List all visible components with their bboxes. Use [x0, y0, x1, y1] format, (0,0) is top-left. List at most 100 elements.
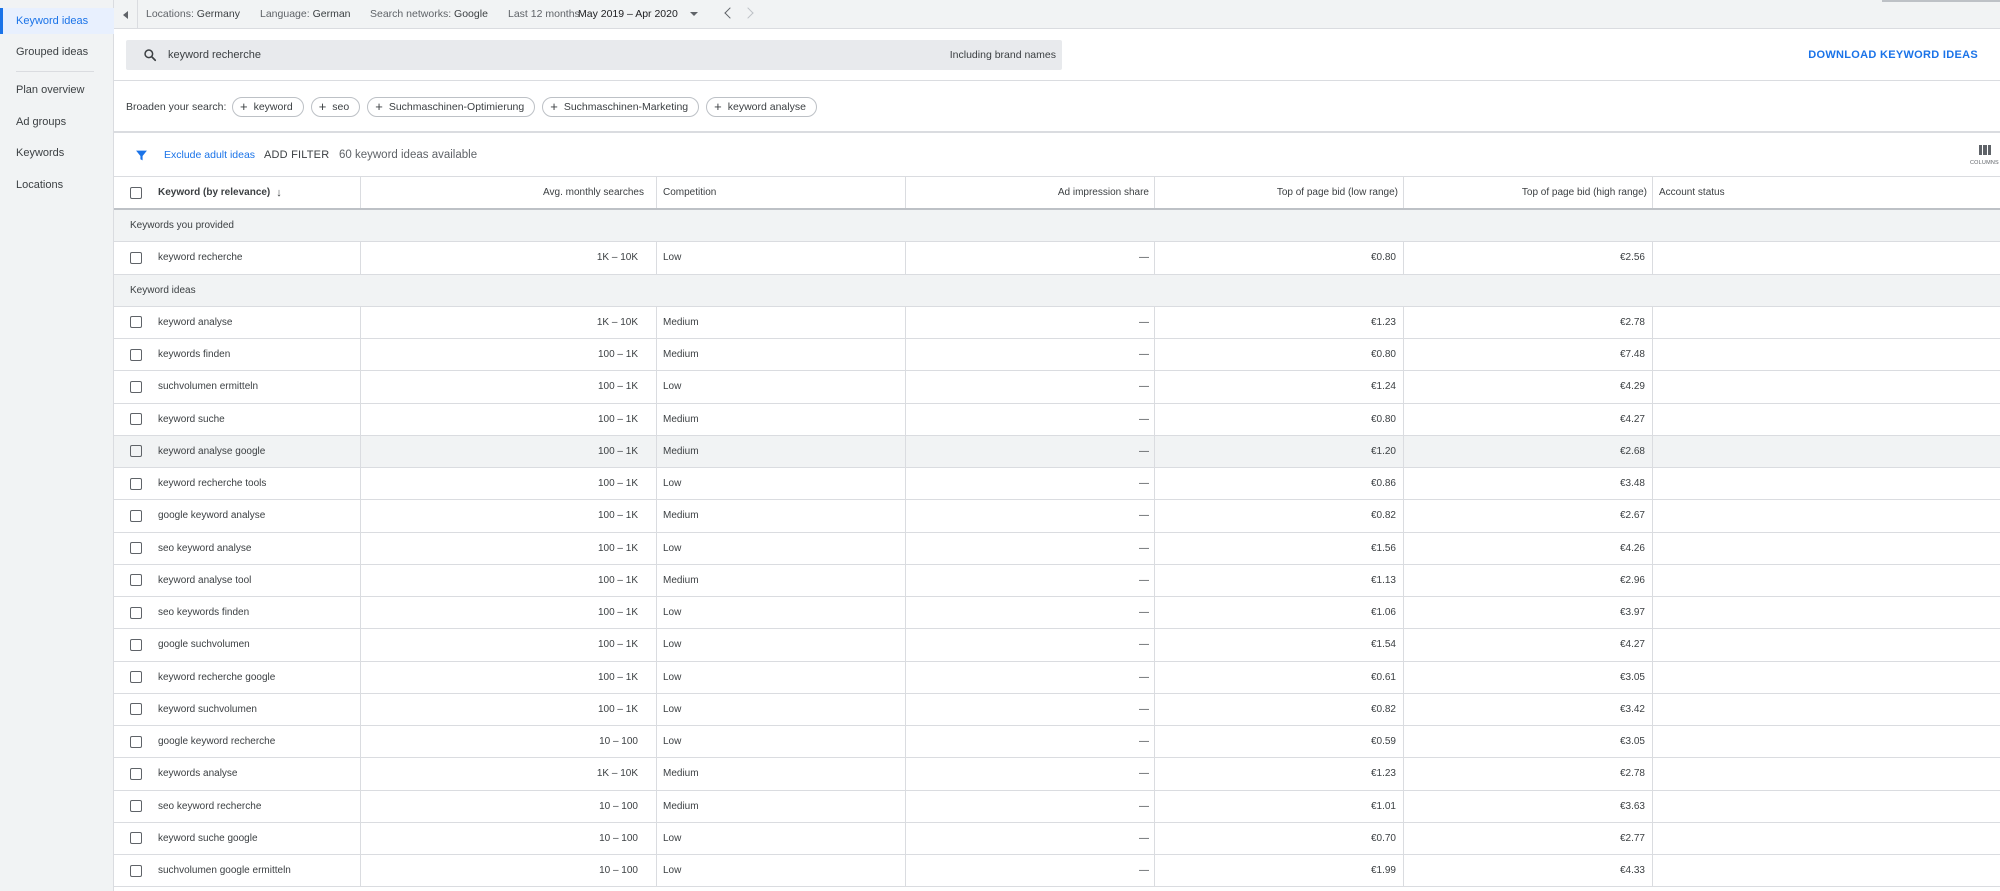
- sidebar-item-ad-groups[interactable]: Ad groups: [0, 109, 114, 135]
- locations-setting[interactable]: Locations: Germany: [146, 0, 240, 29]
- table-row[interactable]: google keyword recherche 10 – 100 Low — €0.5…: [114, 726, 2000, 759]
- bid-low-cell: €1.56: [1370, 542, 1396, 554]
- broaden-chip[interactable]: + keyword analyse: [706, 97, 817, 117]
- table-row[interactable]: keyword recherche tools 100 – 1K Low — €0.86…: [114, 468, 2000, 501]
- row-checkbox[interactable]: [130, 380, 142, 393]
- sort-descending-icon: ↓: [276, 186, 282, 199]
- table-row[interactable]: seo keywords finden 100 – 1K Low — €1.06 €3.9…: [114, 597, 2000, 630]
- add-filter-button[interactable]: ADD FILTER: [264, 133, 329, 177]
- row-checkbox[interactable]: [130, 348, 142, 361]
- row-checkbox[interactable]: [130, 316, 142, 329]
- impression-share-cell: —: [1139, 832, 1149, 844]
- column-header-ad-impression-share[interactable]: Ad impression share: [905, 177, 1155, 208]
- filter-icon[interactable]: [135, 149, 148, 162]
- date-range-select[interactable]: May 2019 – Apr 2020: [578, 5, 704, 23]
- next-period-icon[interactable]: [742, 7, 754, 19]
- table-row[interactable]: keyword recherche google 100 – 1K Low — €0.6…: [114, 661, 2000, 694]
- sidebar-item-grouped-ideas[interactable]: Grouped ideas: [0, 39, 114, 65]
- search-input[interactable]: keyword recherche: [168, 40, 261, 70]
- keyword-cell: keyword analyse tool: [158, 574, 252, 586]
- broaden-chip[interactable]: + keyword: [232, 97, 304, 117]
- columns-icon: [1979, 145, 1991, 155]
- sidebar-item-keyword-ideas[interactable]: Keyword ideas: [0, 8, 114, 34]
- competition-cell: Medium: [663, 349, 699, 361]
- table-row[interactable]: keyword suche google 10 – 100 Low — €0.70 €2.…: [114, 822, 2000, 855]
- row-checkbox[interactable]: [130, 574, 142, 587]
- row-checkbox[interactable]: [130, 864, 142, 877]
- column-header-avg-monthly-searches[interactable]: Avg. monthly searches: [360, 177, 650, 208]
- bid-low-cell: €0.61: [1370, 671, 1396, 683]
- avg-searches-cell: 100 – 1K: [597, 413, 638, 425]
- row-checkbox[interactable]: [130, 703, 142, 716]
- table-row[interactable]: keyword recherche 1K – 10K Low — €0.80 €2.56: [114, 242, 2000, 275]
- row-checkbox[interactable]: [130, 638, 142, 651]
- row-checkbox[interactable]: [130, 800, 142, 813]
- row-checkbox[interactable]: [130, 509, 142, 522]
- competition-cell: Medium: [663, 445, 699, 457]
- row-checkbox[interactable]: [130, 735, 142, 748]
- group-row-ideas: Keyword ideas: [114, 274, 2000, 307]
- avg-searches-cell: 10 – 100: [599, 800, 638, 812]
- sidebar-item-keywords[interactable]: Keywords: [0, 140, 114, 166]
- keyword-search-box[interactable]: keyword recherche Including brand names: [126, 40, 1062, 70]
- row-checkbox[interactable]: [130, 445, 142, 458]
- avg-searches-cell: 1K – 10K: [596, 252, 638, 264]
- search-networks-setting[interactable]: Search networks: Google: [370, 0, 488, 29]
- table-row[interactable]: keyword analyse 1K – 10K Medium — €1.23 €2.78: [114, 306, 2000, 339]
- bid-low-cell: €0.86: [1370, 478, 1396, 490]
- sidebar-item-locations[interactable]: Locations: [0, 172, 114, 198]
- avg-searches-cell: 100 – 1K: [597, 703, 638, 715]
- bid-high-cell: €3.63: [1619, 800, 1645, 812]
- download-keyword-ideas-button[interactable]: DOWNLOAD KEYWORD IDEAS: [1808, 40, 1978, 70]
- column-header-competition[interactable]: Competition: [663, 177, 716, 208]
- impression-share-cell: —: [1139, 478, 1149, 490]
- table-row[interactable]: google suchvolumen 100 – 1K Low — €1.54 €4.27: [114, 629, 2000, 662]
- row-checkbox[interactable]: [130, 767, 142, 780]
- avg-searches-cell: 100 – 1K: [597, 639, 638, 651]
- broaden-chip[interactable]: + Suchmaschinen-Optimierung: [367, 97, 536, 117]
- table-row[interactable]: keyword suchvolumen 100 – 1K Low — €0.82 €3.4…: [114, 693, 2000, 726]
- row-checkbox[interactable]: [130, 413, 142, 426]
- table-row[interactable]: google keyword analyse 100 – 1K Medium — €0.…: [114, 500, 2000, 533]
- row-checkbox[interactable]: [130, 832, 142, 845]
- bid-high-cell: €3.05: [1619, 671, 1645, 683]
- table-row[interactable]: suchvolumen ermitteln 100 – 1K Low — €1.24 €4…: [114, 371, 2000, 404]
- table-row[interactable]: keywords analyse 1K – 10K Medium — €1.23 €2.7…: [114, 758, 2000, 791]
- table-row[interactable]: keyword analyse google 100 – 1K Medium — €1.…: [114, 435, 2000, 468]
- table-row[interactable]: keyword suche 100 – 1K Medium — €0.80 €4.27: [114, 403, 2000, 436]
- table-row[interactable]: keywords finden 100 – 1K Medium — €0.80 €7.48: [114, 339, 2000, 372]
- group-row-provided: Keywords you provided: [114, 210, 2000, 243]
- table-row[interactable]: suchvolumen google ermitteln 10 – 100 Low —…: [114, 855, 2000, 888]
- select-all-checkbox[interactable]: [130, 186, 142, 199]
- row-checkbox[interactable]: [130, 542, 142, 555]
- row-checkbox[interactable]: [130, 251, 142, 264]
- impression-share-cell: —: [1139, 445, 1149, 457]
- previous-period-icon[interactable]: [724, 7, 736, 19]
- exclude-adult-ideas-filter[interactable]: Exclude adult ideas: [164, 133, 255, 177]
- language-setting[interactable]: Language: German: [260, 0, 351, 29]
- table-row[interactable]: seo keyword recherche 10 – 100 Medium — €1.0…: [114, 790, 2000, 823]
- broaden-chip[interactable]: + seo: [310, 97, 361, 117]
- column-header-keyword[interactable]: Keyword (by relevance) ↓: [158, 177, 282, 208]
- column-header-bid-high[interactable]: Top of page bid (high range): [1403, 177, 1653, 208]
- row-checkbox[interactable]: [130, 606, 142, 619]
- impression-share-cell: —: [1139, 542, 1149, 554]
- bid-high-cell: €2.78: [1619, 768, 1645, 780]
- competition-cell: Low: [663, 639, 682, 651]
- columns-button[interactable]: COLUMNS: [1966, 142, 2000, 172]
- impression-share-cell: —: [1139, 381, 1149, 393]
- sidebar-item-plan-overview[interactable]: Plan overview: [0, 77, 114, 103]
- collapse-sidebar-button[interactable]: [114, 0, 138, 29]
- table-row[interactable]: seo keyword analyse 100 – 1K Low — €1.56 €4.2…: [114, 532, 2000, 565]
- period-label: Last 12 months: [508, 8, 580, 20]
- column-header-bid-low[interactable]: Top of page bid (low range): [1154, 177, 1404, 208]
- bid-high-cell: €4.27: [1619, 413, 1645, 425]
- column-header-account-status[interactable]: Account status: [1659, 177, 1725, 208]
- table-row[interactable]: keyword analyse tool 100 – 1K Medium — €1.13…: [114, 564, 2000, 597]
- avg-searches-cell: 100 – 1K: [597, 574, 638, 586]
- row-checkbox[interactable]: [130, 477, 142, 490]
- brand-names-toggle[interactable]: Including brand names: [950, 40, 1056, 70]
- row-checkbox[interactable]: [130, 671, 142, 684]
- plus-icon: +: [318, 99, 327, 114]
- broaden-chip[interactable]: + Suchmaschinen-Marketing: [542, 97, 700, 117]
